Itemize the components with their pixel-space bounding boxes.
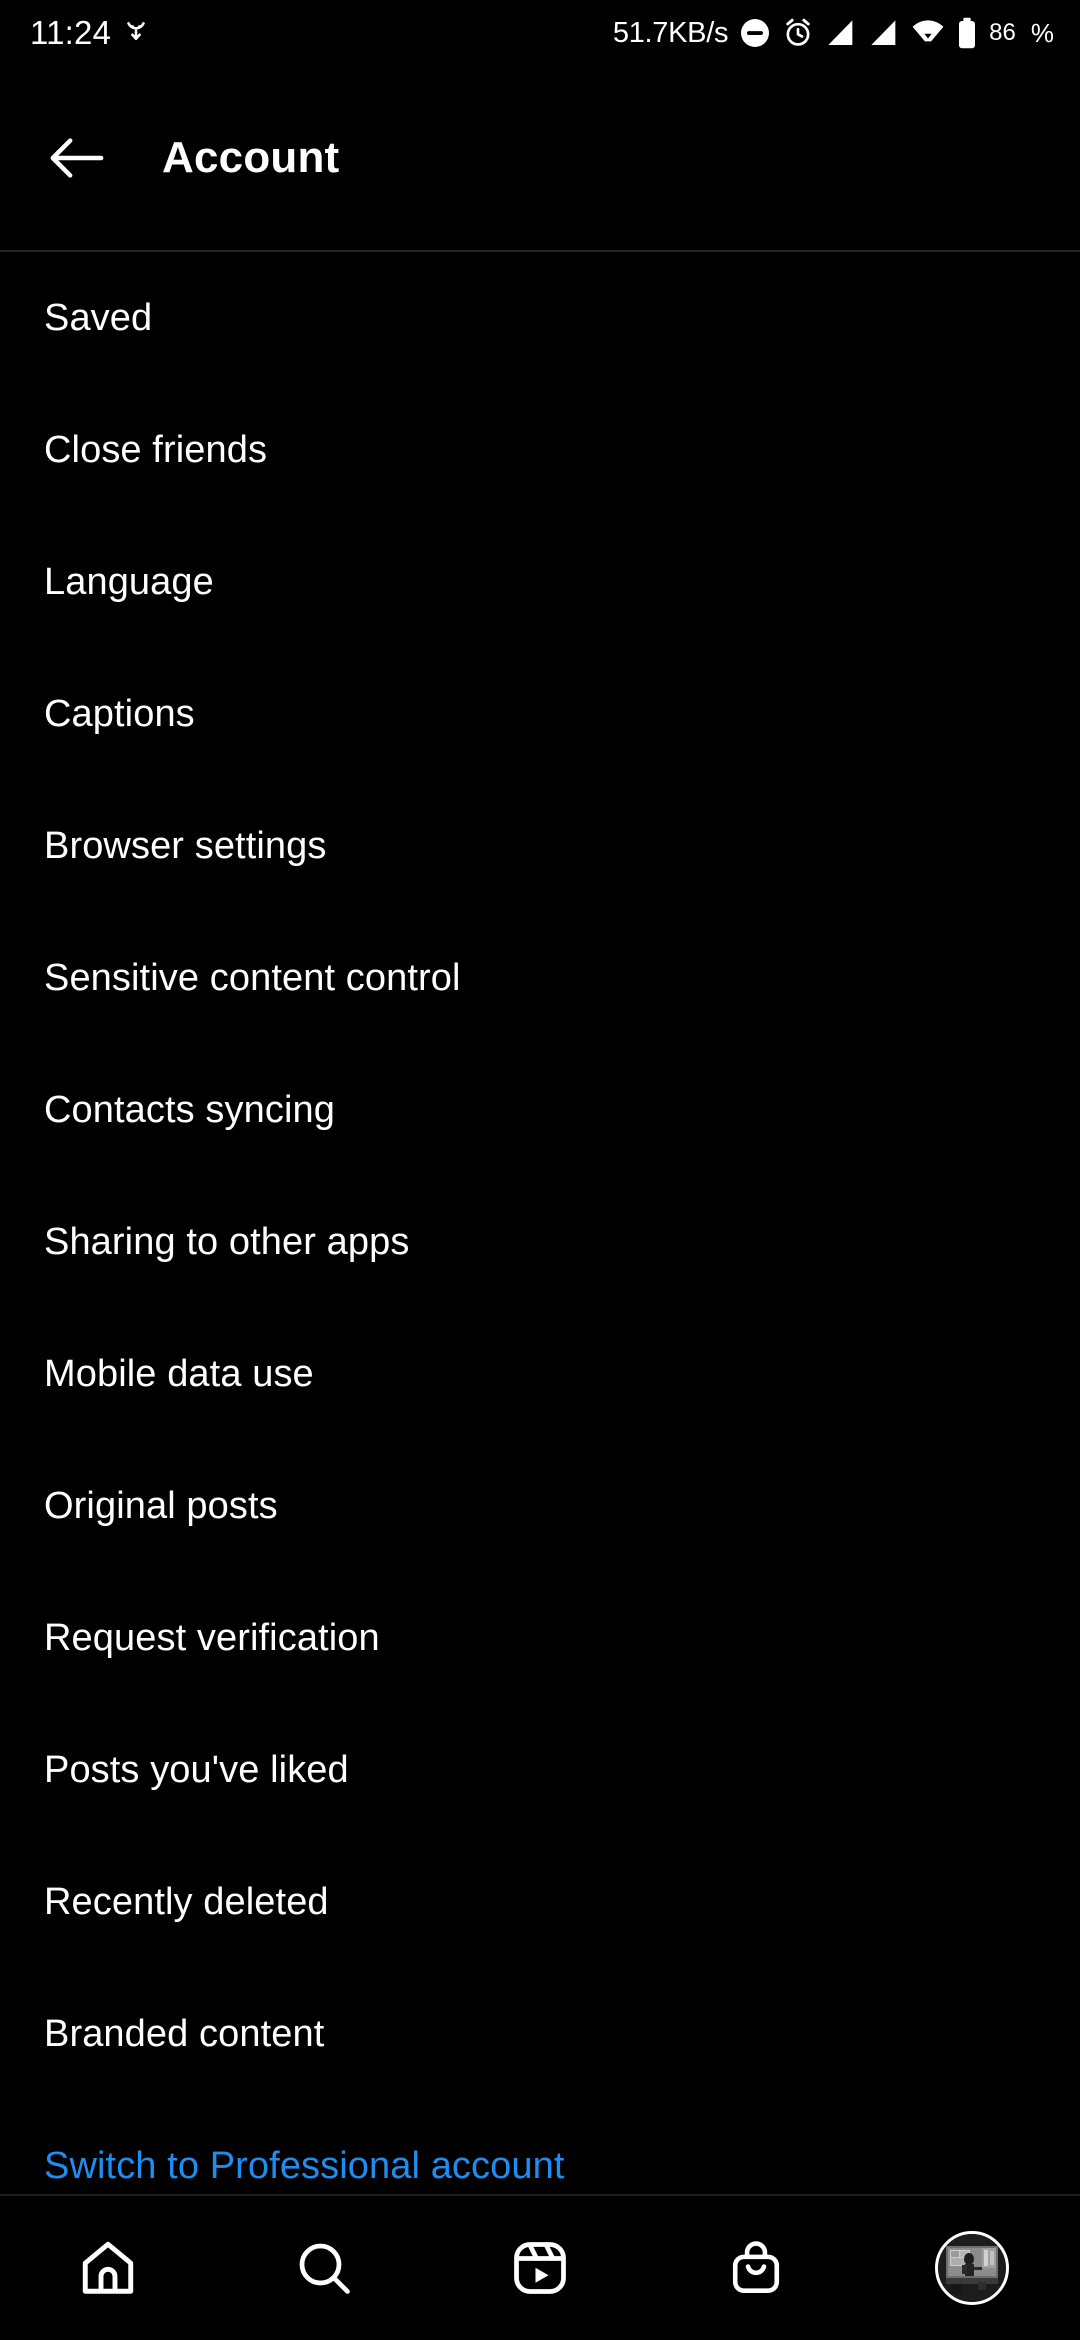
- status-bar-left: 11:24: [30, 14, 149, 52]
- list-item-label: Recently deleted: [44, 1880, 329, 1923]
- battery-percent-symbol: %: [1030, 17, 1054, 48]
- wifi-icon: [911, 18, 945, 48]
- list-item[interactable]: Browser settings: [0, 780, 1080, 912]
- profile-avatar-icon: [935, 2231, 1009, 2305]
- status-bar-right: 51.7KB/s 86 %: [613, 17, 1054, 50]
- list-item-label: Captions: [44, 692, 195, 735]
- search-icon: [294, 2238, 354, 2298]
- list-item-label: Close friends: [44, 428, 268, 471]
- home-icon: [77, 2237, 139, 2299]
- list-item[interactable]: Contacts syncing: [0, 1044, 1080, 1176]
- nav-shop[interactable]: [648, 2196, 864, 2340]
- list-item-label: Sharing to other apps: [44, 1220, 410, 1263]
- list-item[interactable]: Captions: [0, 648, 1080, 780]
- back-arrow-icon: [47, 134, 105, 182]
- nav-profile[interactable]: [864, 2196, 1080, 2340]
- list-item-label: Original posts: [44, 1484, 278, 1527]
- list-item[interactable]: Posts you've liked: [0, 1704, 1080, 1836]
- status-bar-clock: 11:24: [30, 14, 112, 51]
- signal-sim2-icon: [868, 18, 900, 48]
- list-item-label: Browser settings: [44, 824, 327, 867]
- alarm-icon: [782, 17, 814, 49]
- list-item-label: Sensitive content control: [44, 956, 461, 999]
- network-speed-label: 51.7KB/s: [612, 16, 729, 49]
- settings-list[interactable]: Saved Close friends Language Captions Browse…: [0, 252, 1080, 2190]
- list-item[interactable]: Original posts: [0, 1440, 1080, 1572]
- nav-home[interactable]: [0, 2196, 216, 2340]
- reels-icon: [510, 2238, 570, 2298]
- list-item[interactable]: Close friends: [0, 384, 1080, 516]
- app-screen: 11:24 51.7KB/s 86 % Account Saved Close …: [0, 0, 1080, 2340]
- page-title: Account: [162, 133, 340, 182]
- download-indicator-icon: [123, 18, 149, 48]
- list-item[interactable]: Language: [0, 516, 1080, 648]
- nav-search[interactable]: [216, 2196, 432, 2340]
- list-item[interactable]: Saved: [0, 252, 1080, 384]
- list-item-label: Language: [44, 560, 214, 603]
- battery-level-label: 86: [989, 19, 1016, 46]
- list-item[interactable]: Switch to Professional account: [0, 2100, 1080, 2190]
- bottom-navigation-bar: [0, 2196, 1080, 2340]
- list-item[interactable]: Request verification: [0, 1572, 1080, 1704]
- battery-icon: [956, 17, 978, 49]
- back-button[interactable]: [28, 110, 124, 206]
- list-item-label: Request verification: [44, 1616, 380, 1659]
- list-item-label: Branded content: [44, 2012, 325, 2055]
- list-item[interactable]: Mobile data use: [0, 1308, 1080, 1440]
- list-item-label: Posts you've liked: [44, 1748, 349, 1791]
- avatar: [938, 2234, 1006, 2302]
- app-bar: Account: [0, 66, 1080, 250]
- list-item-label: Mobile data use: [44, 1352, 314, 1395]
- list-item-label: Contacts syncing: [44, 1088, 335, 1131]
- list-item[interactable]: Sharing to other apps: [0, 1176, 1080, 1308]
- nav-reels[interactable]: [432, 2196, 648, 2340]
- list-item[interactable]: Branded content: [0, 1968, 1080, 2100]
- status-bar: 11:24 51.7KB/s 86 %: [0, 0, 1080, 66]
- list-item[interactable]: Recently deleted: [0, 1836, 1080, 1968]
- do-not-disturb-icon: [739, 17, 771, 49]
- list-item-label: Saved: [44, 296, 153, 339]
- signal-sim1-icon: [825, 18, 857, 48]
- shop-bag-icon: [727, 2239, 785, 2297]
- list-item-label: Switch to Professional account: [44, 2144, 565, 2187]
- list-item[interactable]: Sensitive content control: [0, 912, 1080, 1044]
